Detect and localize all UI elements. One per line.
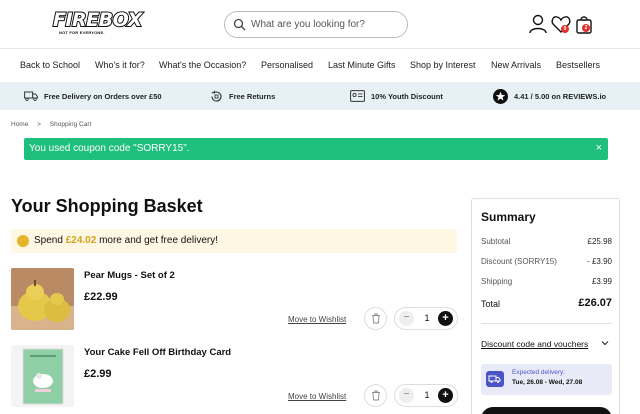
summary-total-row: Total £26.07 xyxy=(481,297,612,309)
quantity-stepper: − 1 + xyxy=(394,307,458,330)
nav-whos-it-for[interactable]: Who's it for? xyxy=(95,60,145,70)
chevron-down-icon[interactable] xyxy=(601,339,609,347)
star-icon xyxy=(493,88,508,104)
basket-count-badge: 2 xyxy=(582,24,590,32)
trash-icon xyxy=(372,313,380,324)
breadcrumb: Home > Shopping Cart xyxy=(11,121,98,128)
remove-item-button[interactable] xyxy=(364,384,387,407)
discount-value: - £3.90 xyxy=(587,257,612,266)
benefit-label: Free Delivery on Orders over £50 xyxy=(44,91,162,101)
shipping-label: Shipping xyxy=(481,277,513,286)
spend-amount: £24.02 xyxy=(65,235,97,246)
summary-subtotal-row: Subtotal £25.98 xyxy=(481,237,612,246)
summary-shipping-row: Shipping £3.99 xyxy=(481,277,612,286)
nav-last-minute-gifts[interactable]: Last Minute Gifts xyxy=(328,60,396,70)
benefit-free-returns: Free Returns xyxy=(210,82,275,110)
basket-bag-icon[interactable]: 2 xyxy=(573,13,595,35)
quantity-value[interactable]: 1 xyxy=(417,313,437,323)
site-header: FIREBOX NOT FOR EVERYONE. 0 2 xyxy=(0,0,640,49)
product-name[interactable]: Pear Mugs - Set of 2 xyxy=(84,270,175,281)
discount-label: Discount (SORRY15) xyxy=(481,257,557,266)
coupon-applied-banner: You used coupon code "SORRY15". × xyxy=(24,138,608,160)
decrease-quantity-button[interactable]: − xyxy=(399,311,414,326)
basket-item: Your Cake Fell Off Birthday Card £2.99 M… xyxy=(11,345,461,407)
product-price: £2.99 xyxy=(84,368,112,380)
close-icon[interactable]: × xyxy=(596,142,602,154)
nav-back-to-school[interactable]: Back to School xyxy=(20,60,80,70)
nav-new-arrivals[interactable]: New Arrivals xyxy=(491,60,541,70)
summary-discount-row: Discount (SORRY15) - £3.90 xyxy=(481,257,612,266)
benefit-label: 10% Youth Discount xyxy=(371,91,443,101)
product-image-birthday-card[interactable] xyxy=(11,345,74,407)
benefit-reviews[interactable]: 4.41 / 5.00 on REVIEWS.io xyxy=(493,82,606,110)
nav-bestsellers[interactable]: Bestsellers xyxy=(556,60,600,70)
benefit-label: Free Returns xyxy=(229,91,276,101)
expected-delivery-box: Expected delivery: Tue, 26.08 - Wed, 27.… xyxy=(481,364,612,395)
move-to-wishlist-link[interactable]: Move to Wishlist xyxy=(288,315,346,324)
benefit-youth-discount: 10% Youth Discount xyxy=(350,82,443,110)
remove-item-button[interactable] xyxy=(364,307,387,330)
subtotal-value: £25.98 xyxy=(587,237,612,246)
wishlist-count-badge: 0 xyxy=(561,25,569,33)
spend-suffix: more and get free delivery! xyxy=(99,235,219,246)
checkout-button[interactable] xyxy=(481,407,612,414)
summary-title: Summary xyxy=(481,210,536,224)
search-icon xyxy=(233,18,246,31)
account-icon[interactable] xyxy=(527,13,549,35)
search-bar[interactable] xyxy=(224,11,408,38)
basket-item: Pear Mugs - Set of 2 £22.99 Move to Wish… xyxy=(11,268,461,330)
decrease-quantity-button[interactable]: − xyxy=(399,388,414,403)
trash-icon xyxy=(372,390,380,401)
product-image-pear-mugs[interactable] xyxy=(11,268,74,330)
delivery-truck-icon xyxy=(486,371,504,387)
nav-shop-by-interest[interactable]: Shop by Interest xyxy=(410,60,476,70)
expected-delivery-label: Expected delivery: xyxy=(512,369,566,376)
wishlist-heart-icon[interactable]: 0 xyxy=(550,13,572,35)
breadcrumb-separator: > xyxy=(37,121,41,128)
discount-code-toggle[interactable]: Discount code and vouchers xyxy=(481,339,588,349)
main-navigation: Back to School Who's it for? What's the … xyxy=(0,49,640,82)
product-price: £22.99 xyxy=(84,291,118,303)
spend-prefix: Spend xyxy=(34,235,63,246)
total-value: £26.07 xyxy=(578,297,612,309)
returns-icon xyxy=(211,90,222,102)
logo-wordmark: FIREBOX xyxy=(52,9,143,31)
coin-icon xyxy=(17,235,29,247)
nav-whats-the-occasion[interactable]: What's the Occasion? xyxy=(159,60,246,70)
subtotal-label: Subtotal xyxy=(481,237,511,246)
delivery-truck-icon xyxy=(24,91,38,101)
quantity-stepper: − 1 + xyxy=(394,384,458,407)
search-input[interactable] xyxy=(251,15,401,34)
nav-personalised[interactable]: Personalised xyxy=(261,60,313,70)
summary-divider xyxy=(481,323,612,324)
free-delivery-progress-banner: Spend £24.02 more and get free delivery! xyxy=(11,229,457,253)
breadcrumb-home[interactable]: Home xyxy=(11,121,28,128)
benefits-bar: Free Delivery on Orders over £50 Free Re… xyxy=(0,82,640,110)
firebox-logo[interactable]: FIREBOX NOT FOR EVERYONE. xyxy=(52,9,143,37)
shipping-value: £3.99 xyxy=(591,277,612,286)
page-title: Your Shopping Basket xyxy=(11,196,203,216)
expected-delivery-dates: Tue, 26.08 - Wed, 27.08 xyxy=(512,379,583,386)
benefit-free-delivery: Free Delivery on Orders over £50 xyxy=(24,82,162,110)
increase-quantity-button[interactable]: + xyxy=(438,311,453,326)
breadcrumb-current: Shopping Cart xyxy=(49,121,92,128)
id-card-icon xyxy=(350,90,365,102)
order-summary-panel: Summary Subtotal £25.98 Discount (SORRY1… xyxy=(471,198,620,414)
move-to-wishlist-link[interactable]: Move to Wishlist xyxy=(288,392,346,401)
free-delivery-message: Spend £24.02 more and get free delivery! xyxy=(34,235,218,246)
coupon-message: You used coupon code "SORRY15". xyxy=(29,143,190,154)
benefit-label: 4.41 / 5.00 on REVIEWS.io xyxy=(514,91,607,101)
quantity-value[interactable]: 1 xyxy=(417,390,437,400)
product-name[interactable]: Your Cake Fell Off Birthday Card xyxy=(84,347,231,358)
total-label: Total xyxy=(481,299,501,309)
increase-quantity-button[interactable]: + xyxy=(438,388,453,403)
